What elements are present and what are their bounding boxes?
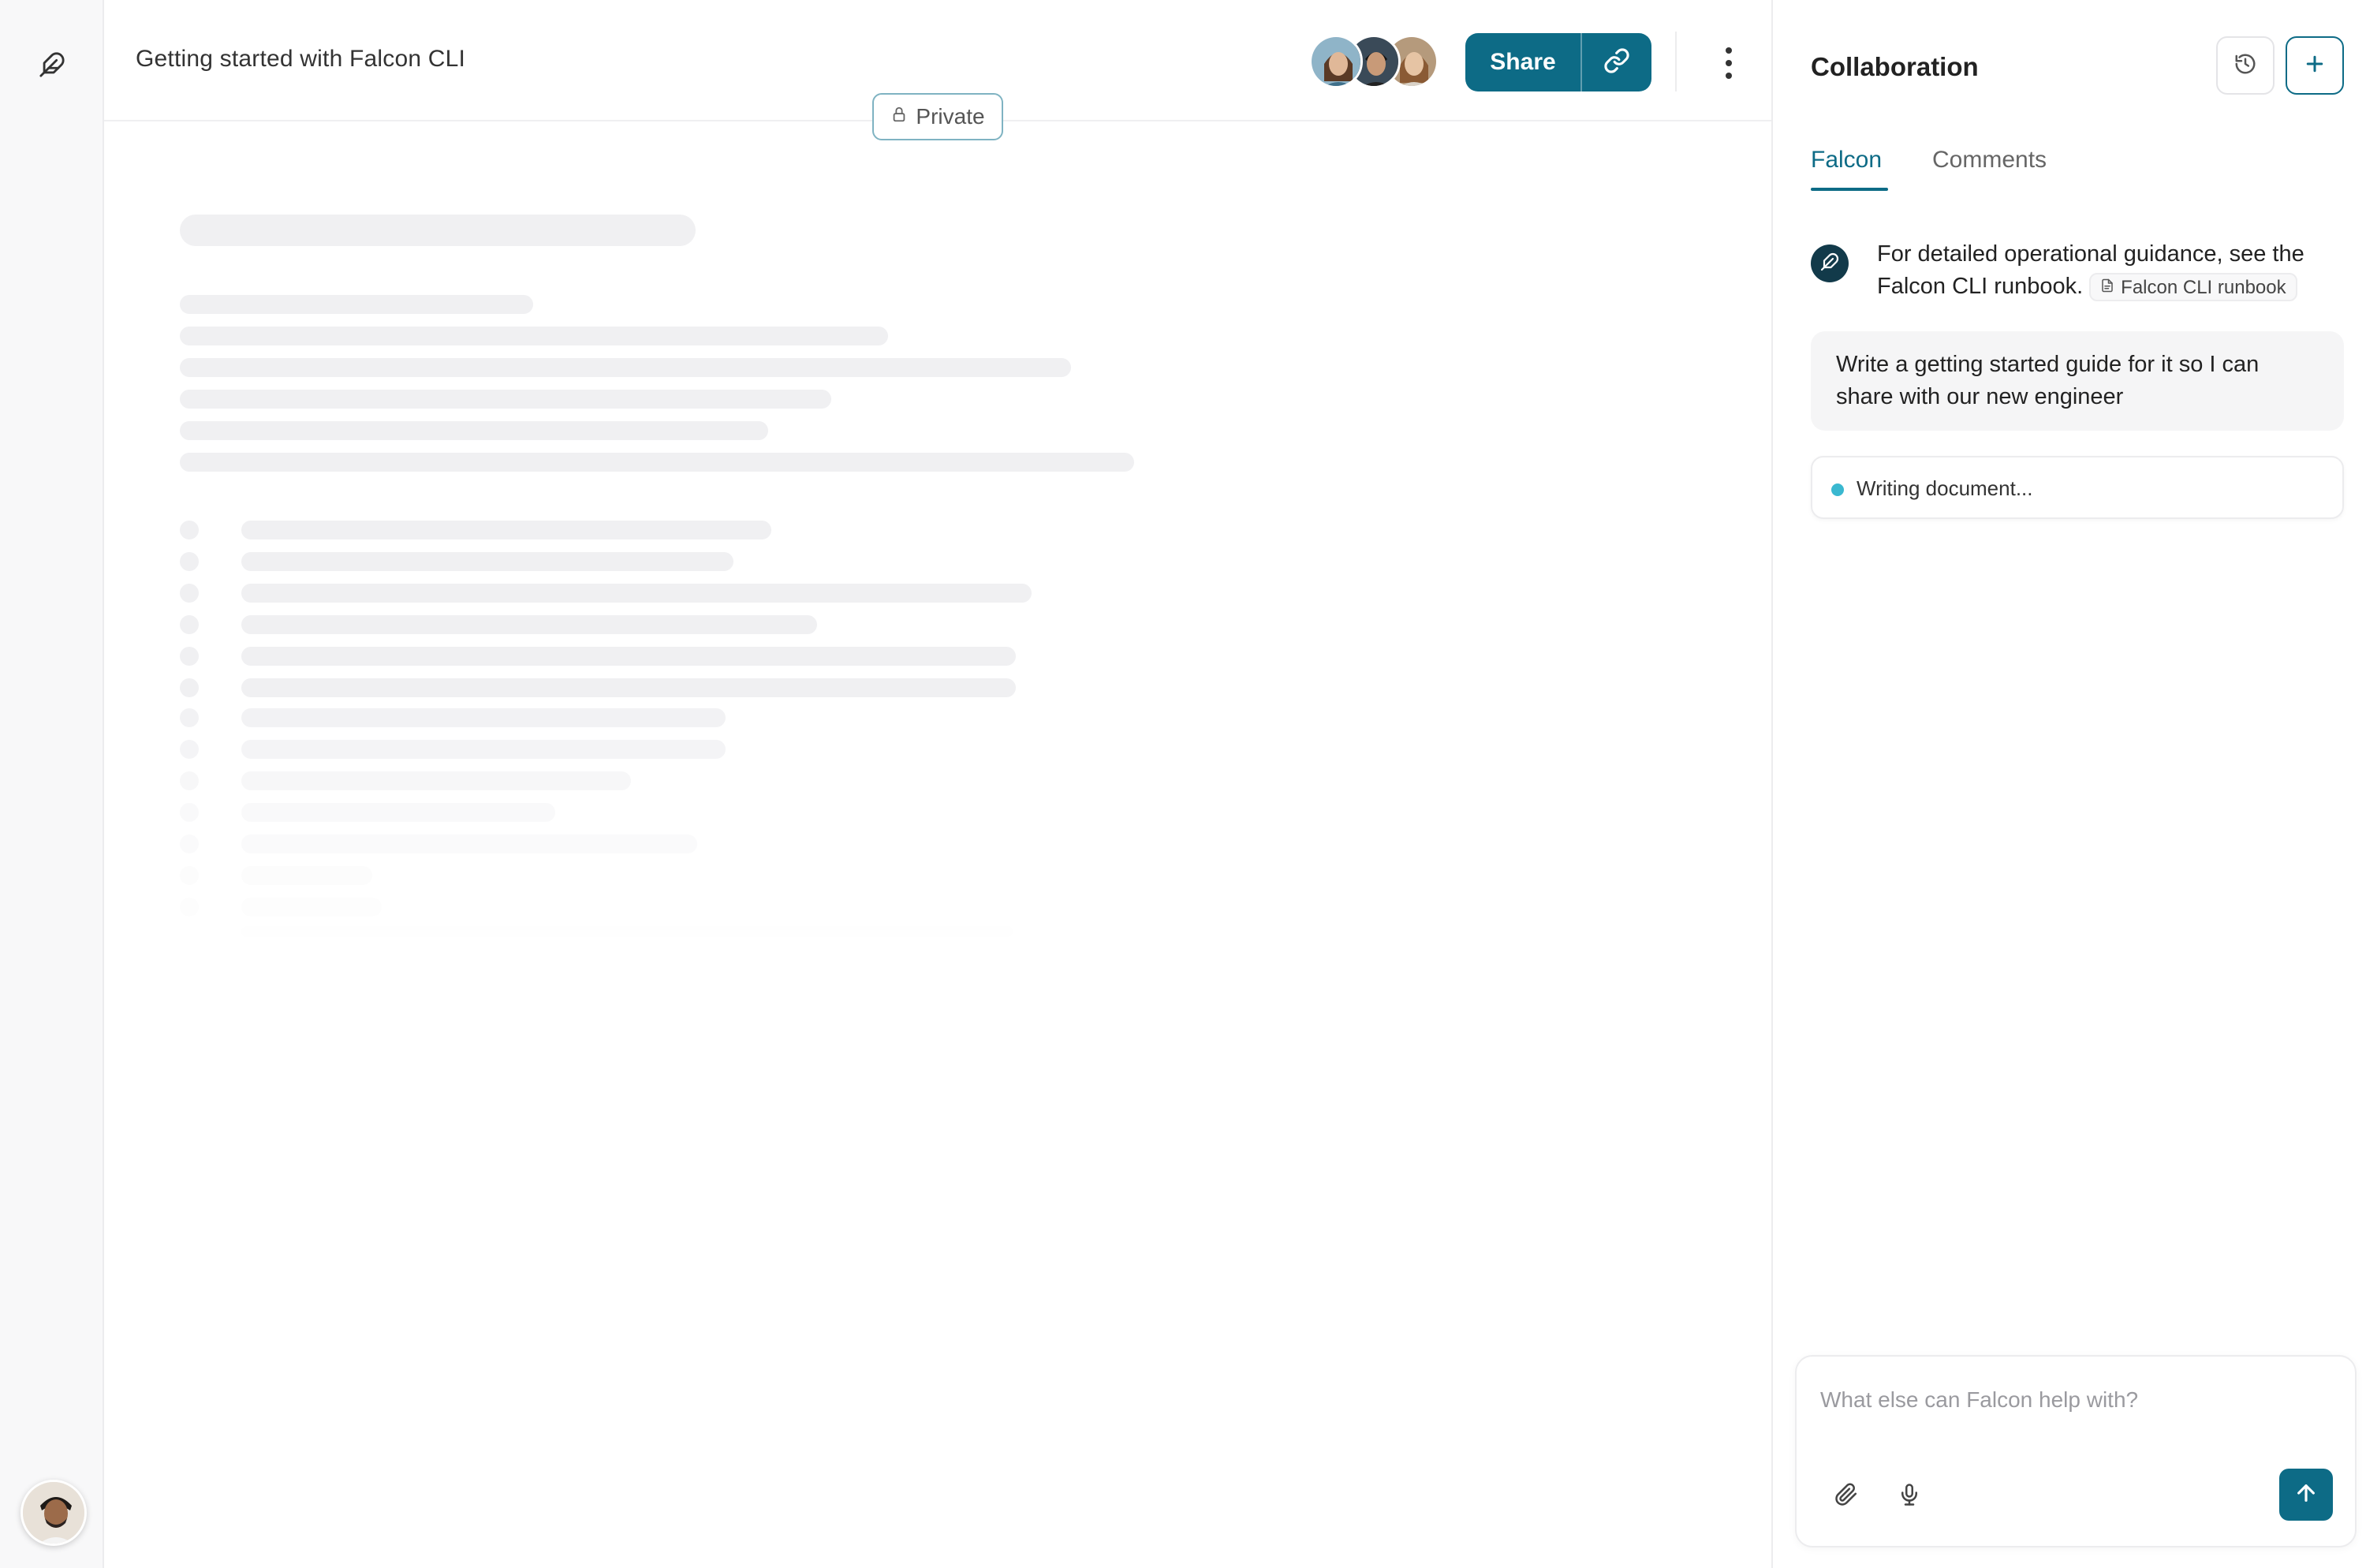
status-indicator — [1831, 483, 1844, 496]
skeleton-line — [241, 678, 1016, 697]
message-input[interactable] — [1820, 1380, 2325, 1420]
skeleton-bullet — [180, 740, 199, 759]
user-message: Write a getting started guide for it so … — [1811, 331, 2344, 431]
skeleton-line — [241, 926, 1013, 937]
skeleton-bullet — [180, 584, 199, 603]
copy-link-button[interactable] — [1580, 33, 1651, 91]
collaborator-avatars[interactable] — [1309, 35, 1443, 88]
assistant-message-text: For detailed operational guidance, see t… — [1877, 238, 2350, 303]
skeleton-bullet — [180, 708, 199, 727]
skeleton-bullet — [180, 803, 199, 822]
skeleton-line — [180, 421, 768, 440]
skeleton-line — [241, 740, 726, 759]
more-options-button[interactable] — [1713, 39, 1745, 87]
skeleton-line — [241, 898, 382, 917]
skeleton-line — [180, 390, 831, 409]
document-reference-chip[interactable]: Falcon CLI runbook — [2089, 271, 2297, 304]
paperclip-icon — [1834, 1483, 1858, 1510]
skeleton-line — [180, 327, 888, 345]
skeleton-line — [241, 803, 555, 822]
falcon-avatar — [1811, 245, 1849, 282]
header-divider — [1675, 32, 1677, 91]
skeleton-line — [241, 708, 726, 727]
app-window: Getting started with Falcon CLI Share Pr… — [0, 0, 2366, 1568]
skeleton-line — [241, 552, 733, 571]
history-button[interactable] — [2216, 36, 2275, 95]
skeleton-line — [241, 771, 631, 790]
new-conversation-button[interactable] — [2286, 36, 2344, 95]
skeleton-bullet — [180, 771, 199, 790]
skeleton-line — [180, 295, 533, 314]
visibility-label: Private — [916, 104, 985, 129]
message-composer — [1795, 1355, 2357, 1547]
link-icon — [1603, 47, 1630, 78]
document-title[interactable]: Getting started with Falcon CLI — [136, 46, 465, 73]
share-button-group: Share — [1465, 33, 1651, 91]
avatar[interactable] — [1309, 35, 1363, 88]
skeleton-line — [241, 521, 771, 539]
skeleton-bullet — [180, 834, 199, 853]
tab-comments[interactable]: Comments — [1932, 147, 2047, 191]
document-area: Getting started with Falcon CLI Share Pr… — [104, 0, 1771, 1568]
feather-icon — [1820, 252, 1839, 275]
skeleton-heading — [180, 215, 696, 246]
voice-input-button[interactable] — [1890, 1477, 1929, 1516]
skeleton-bullet — [180, 521, 199, 539]
share-button[interactable]: Share — [1465, 33, 1580, 91]
skeleton-bullet — [180, 647, 199, 666]
plus-icon — [2303, 52, 2327, 80]
more-vertical-icon — [1726, 47, 1732, 54]
document-icon — [2100, 271, 2114, 304]
microphone-icon — [1898, 1483, 1921, 1510]
skeleton-line — [241, 647, 1016, 666]
user-avatar[interactable] — [21, 1480, 87, 1546]
skeleton-line — [241, 615, 817, 634]
skeleton-line — [241, 584, 1032, 603]
skeleton-line — [241, 866, 372, 885]
arrow-up-icon — [2293, 1480, 2319, 1510]
writing-status: Writing document... — [1811, 456, 2344, 519]
status-text: Writing document... — [1857, 476, 2033, 500]
feather-icon[interactable] — [36, 49, 68, 80]
collaboration-panel: Collaboration Falcon Comments For detail… — [1771, 0, 2366, 1568]
send-button[interactable] — [2279, 1469, 2333, 1521]
attach-button[interactable] — [1827, 1477, 1866, 1516]
skeleton-line — [241, 834, 697, 853]
skeleton-line — [180, 358, 1071, 377]
left-rail — [0, 0, 104, 1568]
skeleton-line — [180, 453, 1134, 472]
document-reference-label: Falcon CLI runbook — [2121, 276, 2286, 298]
tab-falcon[interactable]: Falcon — [1811, 147, 1889, 191]
visibility-badge[interactable]: Private — [872, 93, 1003, 140]
skeleton-bullet — [180, 552, 199, 571]
panel-title: Collaboration — [1811, 52, 1979, 81]
lock-icon — [890, 104, 908, 129]
history-icon — [2234, 52, 2257, 80]
skeleton-bullet — [180, 678, 199, 697]
skeleton-bullet — [180, 615, 199, 634]
skeleton-bullet — [180, 898, 199, 917]
skeleton-bullet — [180, 866, 199, 885]
